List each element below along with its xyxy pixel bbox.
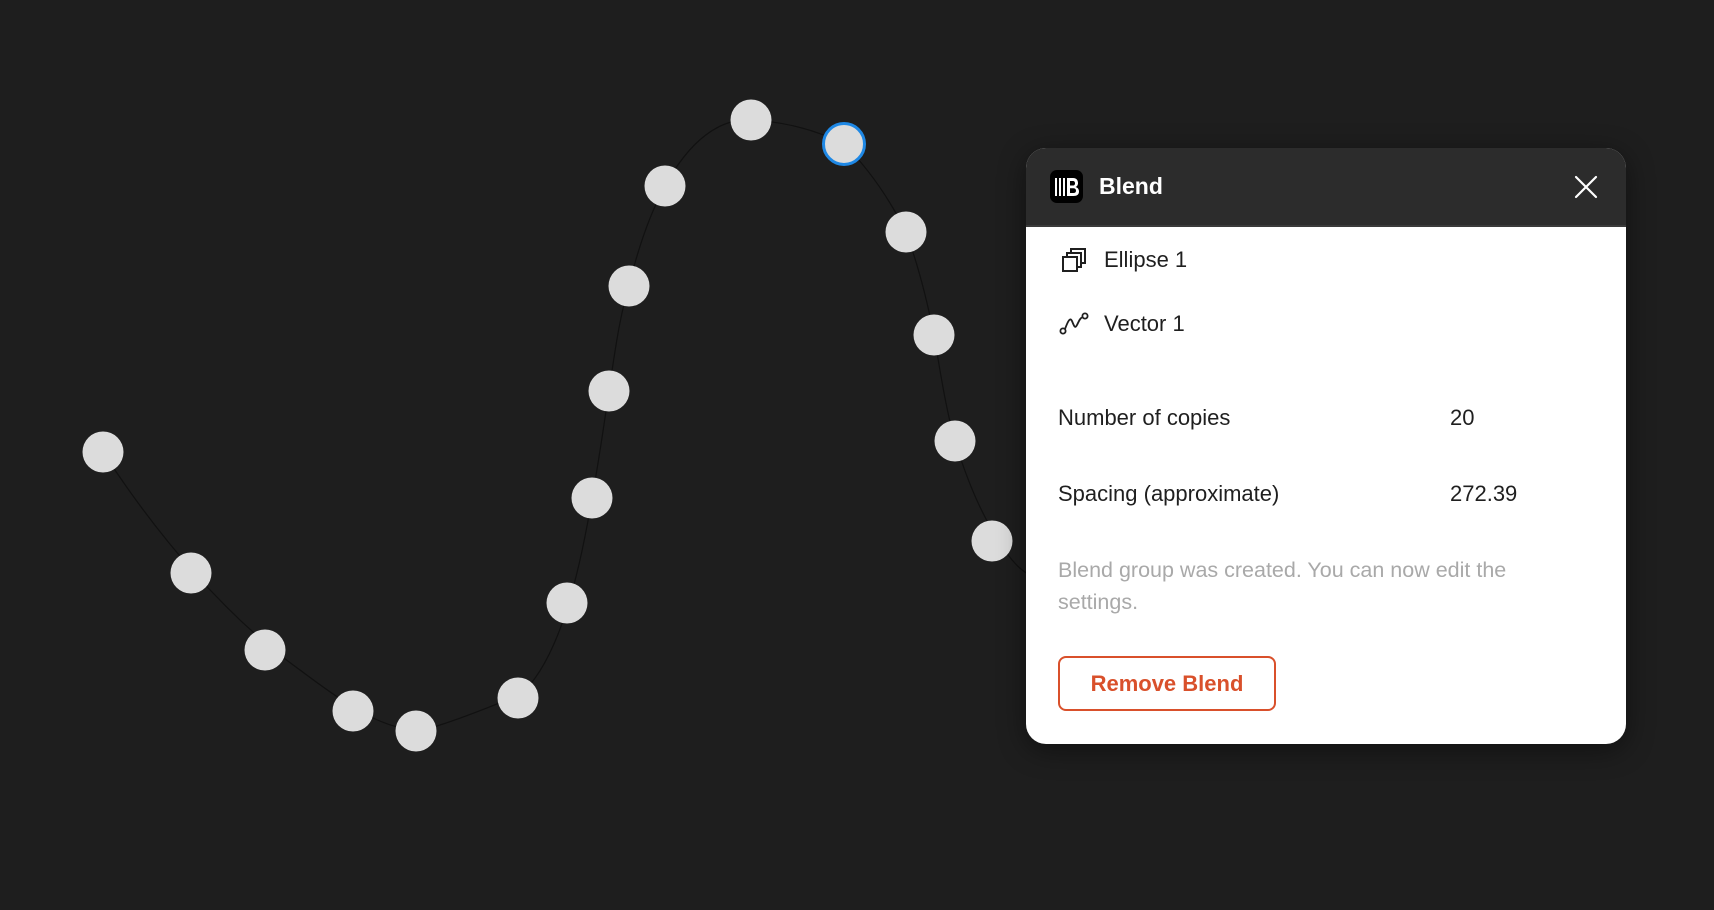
copies-row: Number of copies 20 xyxy=(1058,398,1598,438)
blend-copies xyxy=(82,99,1013,752)
close-icon[interactable] xyxy=(1570,171,1602,203)
blend-ellipse[interactable] xyxy=(934,420,976,462)
spacing-row: Spacing (approximate) 272.39 xyxy=(1058,474,1598,514)
blend-logo-icon xyxy=(1050,170,1083,203)
blend-ellipse[interactable] xyxy=(244,629,286,671)
blend-ellipse[interactable] xyxy=(170,552,212,594)
blend-ellipse[interactable] xyxy=(644,165,686,207)
status-message: Blend group was created. You can now edi… xyxy=(1058,558,1507,614)
blend-ellipse[interactable] xyxy=(885,211,927,253)
path-icon xyxy=(1058,308,1090,340)
blend-path[interactable] xyxy=(102,119,1031,730)
blend-ellipse[interactable] xyxy=(395,710,437,752)
panel-title: Blend xyxy=(1099,173,1163,199)
blend-ellipse[interactable] xyxy=(497,677,539,719)
layer-label: Ellipse 1 xyxy=(1104,247,1188,272)
blend-ellipse[interactable] xyxy=(546,582,588,624)
copies-icon xyxy=(1058,244,1090,276)
panel-header: Blend xyxy=(1026,148,1626,227)
copies-value[interactable]: 20 xyxy=(1450,405,1474,431)
blend-ellipse[interactable] xyxy=(588,370,630,412)
copies-label: Number of copies xyxy=(1058,405,1231,430)
blend-ellipse[interactable] xyxy=(571,477,613,519)
spacing-value[interactable]: 272.39 xyxy=(1450,481,1517,507)
blend-ellipse[interactable] xyxy=(971,520,1013,562)
layer-item-ellipse[interactable]: Ellipse 1 xyxy=(1058,240,1187,280)
layer-item-vector[interactable]: Vector 1 xyxy=(1058,304,1185,344)
layer-label: Vector 1 xyxy=(1104,311,1185,336)
blend-panel: Blend Ellipse 1 Vector 1 Number of copie… xyxy=(1026,148,1626,744)
blend-ellipse[interactable] xyxy=(730,99,772,141)
selected-ellipse[interactable] xyxy=(822,122,866,166)
blend-ellipse[interactable] xyxy=(332,690,374,732)
blend-ellipse[interactable] xyxy=(608,265,650,307)
spacing-label: Spacing (approximate) xyxy=(1058,481,1280,506)
blend-ellipse[interactable] xyxy=(82,431,124,473)
remove-blend-button[interactable]: Remove Blend xyxy=(1058,656,1276,711)
blend-ellipse[interactable] xyxy=(913,314,955,356)
